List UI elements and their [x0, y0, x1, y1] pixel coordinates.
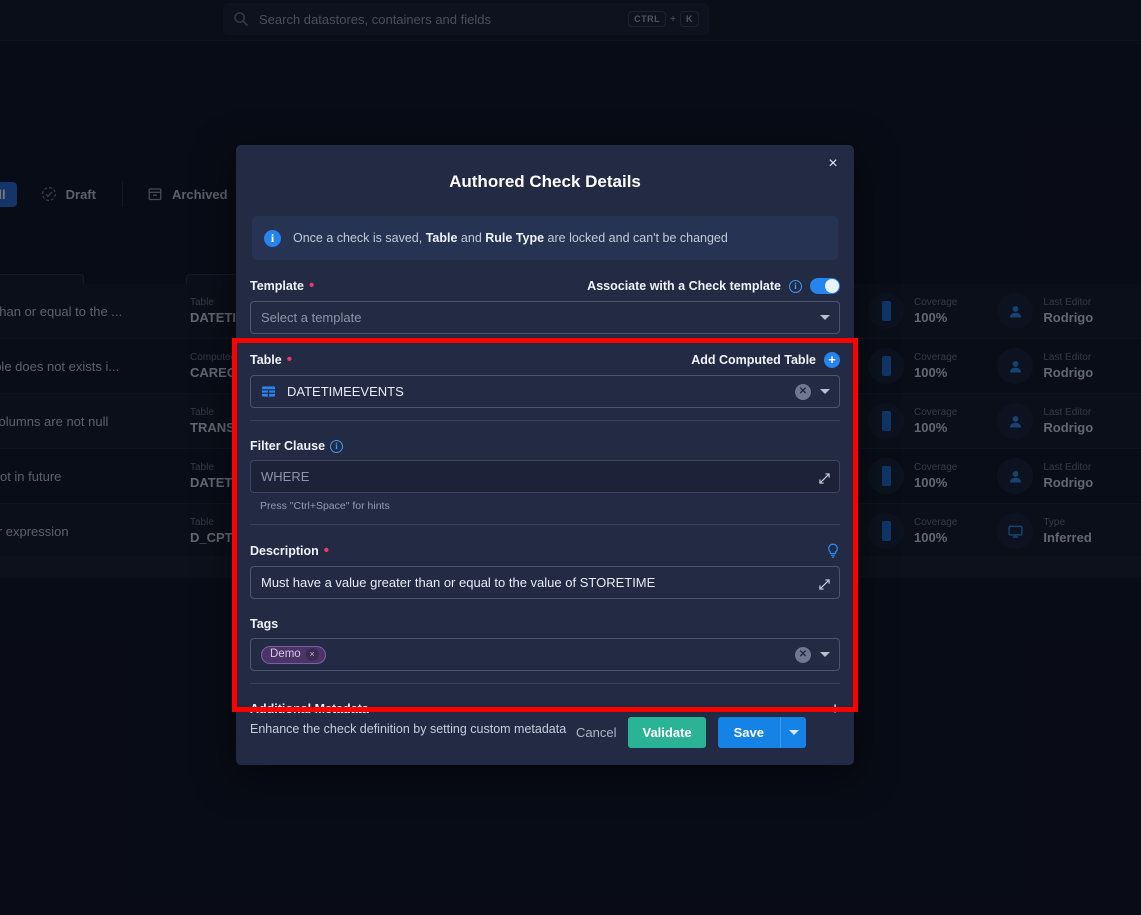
- tags-header: Tags: [250, 617, 840, 631]
- tag-chip[interactable]: Demo ×: [261, 645, 326, 664]
- plus-circle-icon[interactable]: +: [824, 352, 840, 368]
- description-header: Description •: [250, 543, 840, 559]
- table-label-group: Table •: [250, 351, 292, 368]
- template-label: Template: [250, 279, 304, 293]
- filter-clause-header: Filter Clause i: [250, 439, 840, 453]
- required-marker: •: [308, 277, 315, 294]
- associate-template-control[interactable]: Associate with a Check template i: [587, 278, 840, 294]
- filter-clause-placeholder: WHERE: [261, 469, 310, 484]
- notice-bold-table: Table: [425, 231, 458, 245]
- filter-clause-controls: [819, 461, 830, 492]
- info-icon[interactable]: i: [789, 279, 802, 293]
- divider: [250, 683, 840, 684]
- description-value: Must have a value greater than or equal …: [261, 575, 656, 590]
- notice-bold-ruletype: Rule Type: [485, 231, 545, 245]
- table-select[interactable]: DATETIMEEVENTS ✕: [250, 375, 840, 408]
- tags-controls: ✕: [795, 639, 830, 670]
- table-select-controls: ✕: [795, 376, 830, 407]
- notice-suffix: are locked and can't be changed: [544, 231, 728, 245]
- tag-remove-icon[interactable]: ×: [305, 647, 319, 661]
- add-computed-table-button[interactable]: Add Computed Table +: [691, 352, 840, 368]
- divider: [250, 420, 840, 421]
- table-grid-icon: [261, 384, 276, 399]
- chevron-down-icon[interactable]: [820, 389, 830, 394]
- template-select-controls: [820, 302, 830, 333]
- lock-notice-text: Once a check is saved, Table and Rule Ty…: [293, 231, 728, 245]
- filter-clause-label-group: Filter Clause i: [250, 439, 344, 453]
- associate-template-label: Associate with a Check template: [587, 279, 781, 293]
- description-input[interactable]: Must have a value greater than or equal …: [250, 566, 840, 599]
- dialog-title: Authored Check Details: [449, 172, 641, 191]
- notice-mid: and: [457, 231, 486, 245]
- clear-circle-icon[interactable]: ✕: [795, 646, 811, 663]
- save-button[interactable]: Save: [717, 716, 780, 748]
- info-icon[interactable]: i: [330, 439, 344, 453]
- form-body: Template • Associate with a Check templa…: [236, 278, 854, 736]
- description-controls: [819, 567, 830, 598]
- authored-check-details-dialog: × Authored Check Details i Once a check …: [236, 145, 854, 765]
- required-marker: •: [323, 542, 330, 559]
- associate-template-toggle[interactable]: [810, 278, 840, 294]
- expand-icon[interactable]: [819, 577, 830, 590]
- description-label: Description: [250, 544, 319, 558]
- required-marker: •: [286, 351, 292, 368]
- tags-input[interactable]: Demo × ✕: [250, 638, 840, 671]
- template-label-group: Template •: [250, 277, 315, 294]
- filter-clause-label: Filter Clause: [250, 439, 326, 453]
- cancel-button[interactable]: Cancel: [576, 725, 616, 740]
- validate-button[interactable]: Validate: [628, 716, 706, 748]
- tag-chip-label: Demo: [270, 648, 301, 660]
- clear-circle-icon[interactable]: ✕: [795, 383, 811, 400]
- save-options-button[interactable]: [780, 716, 806, 748]
- save-button-group: Save: [717, 716, 806, 748]
- tags-label: Tags: [250, 617, 279, 631]
- chevron-down-icon: [788, 729, 799, 735]
- close-icon[interactable]: ×: [824, 155, 842, 173]
- tags-label-group: Tags: [250, 617, 278, 631]
- divider: [250, 524, 840, 525]
- chevron-down-icon[interactable]: [820, 652, 830, 657]
- table-field-header: Table • Add Computed Table +: [250, 352, 840, 368]
- expand-icon[interactable]: [819, 471, 830, 484]
- table-selected-value: DATETIMEEVENTS: [287, 384, 404, 399]
- table-label: Table: [250, 353, 282, 367]
- add-computed-table-label: Add Computed Table: [691, 353, 816, 367]
- description-label-group: Description •: [250, 542, 330, 559]
- filter-clause-input[interactable]: WHERE: [250, 460, 840, 493]
- lock-notice: i Once a check is saved, Table and Rule …: [252, 216, 838, 260]
- template-placeholder: Select a template: [261, 310, 362, 325]
- info-icon: i: [264, 229, 281, 247]
- chevron-down-icon[interactable]: [820, 315, 830, 320]
- notice-prefix: Once a check is saved,: [293, 231, 426, 245]
- template-field-header: Template • Associate with a Check templa…: [250, 278, 840, 294]
- lightbulb-icon[interactable]: [826, 543, 840, 559]
- filter-clause-hint: Press "Ctrl+Space" for hints: [260, 500, 390, 512]
- dialog-footer: Cancel Validate Save: [236, 709, 854, 765]
- template-select[interactable]: Select a template: [250, 301, 840, 334]
